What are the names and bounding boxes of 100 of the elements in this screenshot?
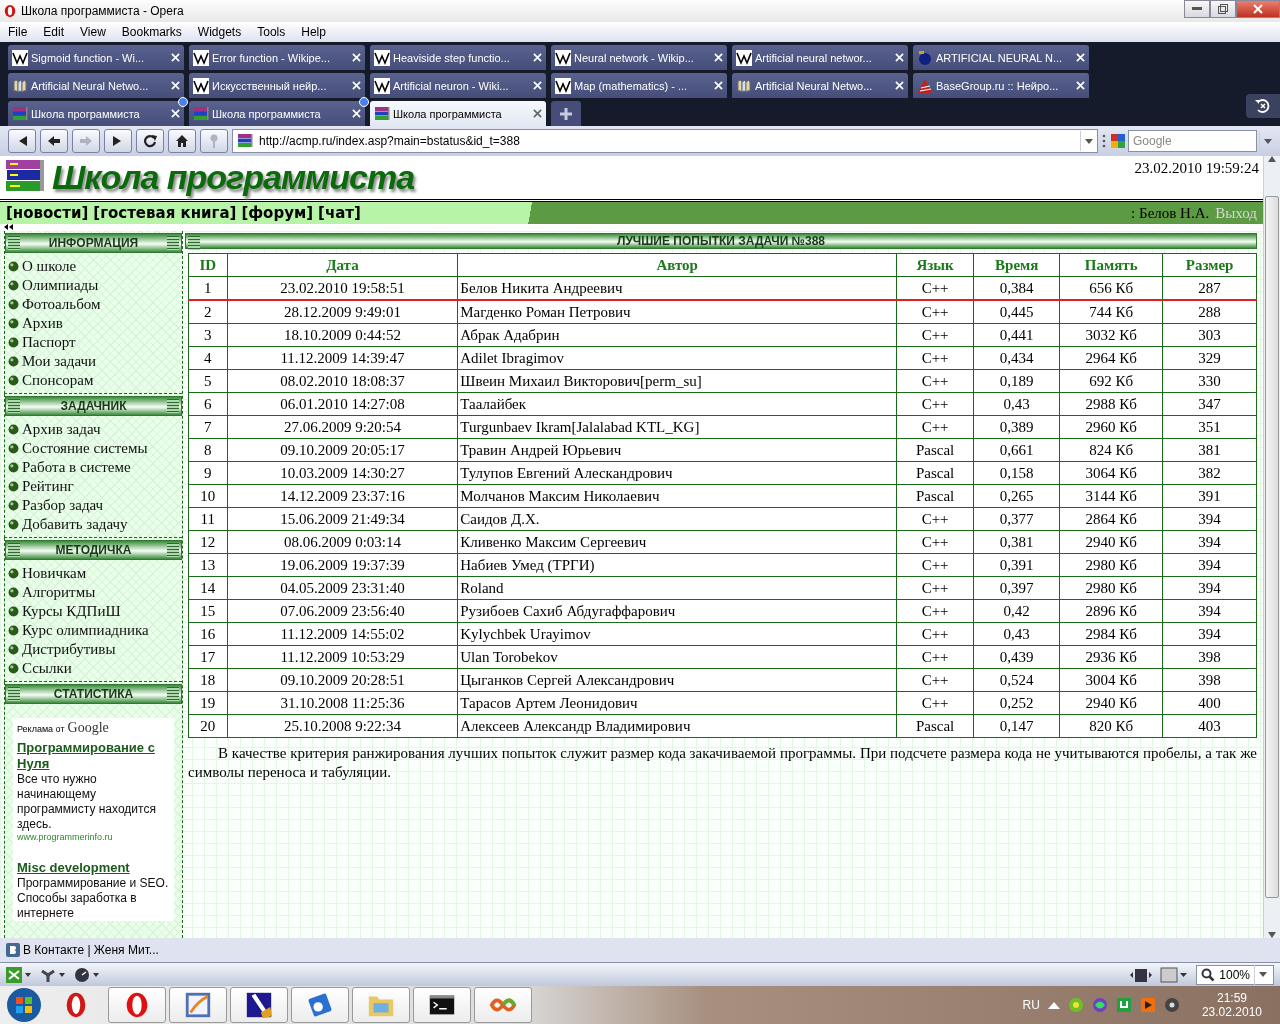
flower-icon[interactable] [1067, 997, 1084, 1013]
menu-item[interactable]: Help [293, 25, 334, 39]
column-header: Время [973, 253, 1060, 277]
taskbar-button[interactable] [413, 987, 471, 1023]
start-button[interactable] [4, 987, 44, 1023]
gauge-icon[interactable] [74, 966, 100, 983]
panel-link[interactable]: В Контакте | Женя Мит... [23, 943, 159, 957]
dropdown-arrow-icon[interactable] [1259, 972, 1267, 977]
ad-link[interactable]: Misc development [17, 860, 170, 876]
page-icon[interactable] [1130, 966, 1153, 983]
new-tab-button[interactable] [551, 101, 581, 126]
table-cell: 11 [188, 507, 228, 531]
table-cell: 0,391 [973, 553, 1060, 577]
nav-link[interactable]: [чат] [318, 204, 361, 222]
ad-link[interactable]: Программирование с Нуля [17, 740, 170, 772]
clock-time[interactable]: 21:59 [1216, 991, 1247, 1005]
clock-date[interactable]: 23.02.2010 [1201, 1005, 1262, 1019]
bullet-icon [8, 337, 19, 348]
language-indicator[interactable]: RU [1022, 998, 1040, 1012]
sidebar-link[interactable]: Работа в системе [22, 459, 131, 476]
table-cell: 8 [188, 438, 228, 462]
first-button[interactable] [8, 129, 36, 153]
table-cell: 0,252 [973, 691, 1060, 715]
table-cell: 744 Кб [1059, 300, 1163, 324]
sidebar-link[interactable]: Новичкам [22, 565, 87, 582]
menu-item[interactable]: Edit [35, 25, 73, 39]
nav-link[interactable]: [гостевая книга] [93, 204, 237, 222]
plus-icon [559, 106, 573, 121]
sidebar-link[interactable]: Фотоальбом [22, 296, 101, 313]
dropdown-arrow-icon[interactable] [1085, 138, 1093, 144]
torrent-icon[interactable] [1115, 997, 1132, 1013]
sidebar-link[interactable]: Рейтинг [22, 478, 74, 495]
sidebar-link[interactable]: Мои задачи [22, 353, 97, 370]
browser-tab[interactable]: Artificial neural networ... [732, 45, 908, 70]
table-cell: 288 [1162, 300, 1257, 324]
address-field[interactable]: http://acmp.ru/index.asp?main=bstatus&id_t=388 [232, 129, 1098, 153]
sidebar-link[interactable]: Добавить задачу [22, 516, 128, 533]
sidebar-link[interactable]: Дистрибутивы [22, 641, 116, 658]
reload-button[interactable] [136, 129, 164, 153]
browser-tab[interactable]: Neural network - Wikip... [551, 45, 727, 70]
last-button[interactable] [104, 129, 132, 153]
browser-tab[interactable]: ARTIFICIAL NEURAL N... [913, 45, 1089, 70]
menu-item[interactable]: Widgets [189, 25, 250, 39]
search-field[interactable]: Google [1128, 130, 1257, 152]
table-cell: 0,43 [973, 622, 1060, 646]
table-cell: 2940 Кб [1059, 691, 1163, 715]
nav-link[interactable]: [новости] [6, 204, 89, 222]
image-icon[interactable] [1160, 966, 1189, 983]
caret-icon[interactable] [1047, 1001, 1060, 1009]
sidebar-link[interactable]: О школе [22, 258, 77, 275]
menu-item[interactable]: Bookmarks [113, 25, 190, 39]
table-cell: 6 [188, 392, 228, 416]
menu-item[interactable]: View [72, 25, 114, 39]
taskbar-button[interactable] [230, 987, 288, 1023]
zoom-field[interactable]: 100% [1196, 964, 1274, 985]
back-button[interactable] [40, 129, 68, 153]
table-cell: 4 [188, 346, 228, 370]
close-button[interactable] [1236, 0, 1280, 18]
nav-link[interactable]: [форум] [241, 204, 314, 222]
browser-tab[interactable]: Школа программиста [370, 101, 546, 126]
sidebar-link[interactable]: Алгоритмы [22, 584, 96, 601]
sidebar-link[interactable]: Спонсорам [22, 372, 94, 389]
sidebar-link[interactable]: Курс олимпиадника [22, 622, 149, 639]
browser-tab[interactable]: Artificial Neural Netwo... [8, 73, 184, 98]
sidebar-link[interactable]: Разбор задач [22, 497, 104, 514]
bullet-icon [8, 644, 19, 655]
dropdown-arrow-icon[interactable] [1264, 138, 1272, 144]
browser-tab[interactable]: BaseGroup.ru :: Нейро... [913, 73, 1089, 98]
sidebar-link[interactable]: Курсы КДПиШ [22, 603, 121, 620]
closed-tabs-button[interactable] [1246, 94, 1280, 118]
browser-tab[interactable]: Sigmoid function - Wi... [8, 45, 184, 70]
home-button[interactable] [168, 129, 196, 153]
grip-icon[interactable] [1102, 133, 1106, 149]
table-cell: 824 Кб [1059, 438, 1163, 462]
menu-item[interactable]: File [0, 25, 36, 39]
browser-tab[interactable]: Artificial neuron - Wiki... [370, 73, 546, 98]
sidebar-link[interactable]: Состояние системы [22, 440, 148, 457]
table-cell: 3004 Кб [1059, 668, 1163, 692]
swirl-icon[interactable] [1091, 997, 1108, 1013]
menu-item[interactable]: Tools [249, 25, 294, 39]
ad-url[interactable]: www.programmerinfo.ru [17, 832, 170, 842]
sidebar-link[interactable]: Олимпиады [22, 277, 99, 294]
browser-tab[interactable]: Heaviside step functio... [370, 45, 546, 70]
browser-tab[interactable]: Искусственный нейр... [189, 73, 365, 98]
table-cell: 20 [188, 714, 228, 738]
sidebar-link[interactable]: Архив задач [22, 421, 101, 438]
browser-tab[interactable]: Artificial Neural Netwo... [732, 73, 908, 98]
books-stack-icon [374, 105, 390, 122]
disc-icon[interactable] [1163, 997, 1180, 1013]
play-icon[interactable] [1139, 997, 1156, 1013]
restore-button[interactable] [1210, 0, 1236, 18]
scrollbar[interactable] [1263, 156, 1280, 938]
close-icon[interactable] [533, 109, 542, 118]
sidebar-link[interactable]: Ссылки [22, 660, 72, 677]
browser-tab[interactable]: Error function - Wikipe... [189, 45, 365, 70]
sidebar-link[interactable]: Архив [22, 315, 63, 332]
minimize-button[interactable] [1184, 0, 1210, 18]
section-header: СТАТИСТИКА [5, 684, 182, 704]
sidebar-link[interactable]: Паспорт [22, 334, 76, 351]
browser-tab[interactable]: Map (mathematics) - ... [551, 73, 727, 98]
